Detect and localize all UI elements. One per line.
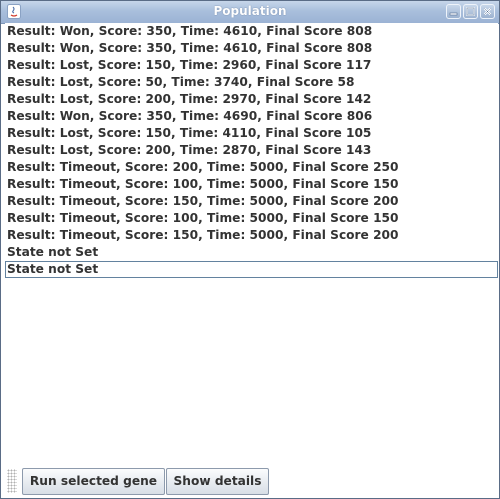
results-list[interactable]: Result: Won, Score: 350, Time: 4610, Fin… <box>5 23 498 463</box>
toolbar-grip-handle[interactable] <box>7 469 17 493</box>
button-bar: Run selected gene Show details <box>1 465 499 498</box>
population-window: Population Result: Won, Score: 350, Time… <box>0 0 500 499</box>
list-item[interactable]: Result: Timeout, Score: 150, Time: 5000,… <box>5 227 498 244</box>
maximize-icon <box>466 7 475 16</box>
list-item[interactable]: Result: Won, Score: 350, Time: 4690, Fin… <box>5 108 498 125</box>
window-controls <box>446 4 495 19</box>
list-item[interactable]: Result: Won, Score: 350, Time: 4610, Fin… <box>5 40 498 57</box>
list-item[interactable]: Result: Timeout, Score: 200, Time: 5000,… <box>5 159 498 176</box>
list-item[interactable]: Result: Won, Score: 350, Time: 4610, Fin… <box>5 23 498 40</box>
list-item[interactable]: Result: Timeout, Score: 100, Time: 5000,… <box>5 210 498 227</box>
minimize-icon <box>449 12 458 16</box>
list-item[interactable]: State not Set <box>5 261 498 278</box>
list-item[interactable]: Result: Lost, Score: 50, Time: 3740, Fin… <box>5 74 498 91</box>
list-item[interactable]: State not Set <box>5 244 498 261</box>
list-item[interactable]: Result: Lost, Score: 150, Time: 4110, Fi… <box>5 125 498 142</box>
maximize-button[interactable] <box>463 4 478 19</box>
close-button[interactable] <box>480 4 495 19</box>
window-title: Population <box>213 4 287 18</box>
title-bar[interactable]: Population <box>1 1 499 24</box>
list-item[interactable]: Result: Timeout, Score: 150, Time: 5000,… <box>5 193 498 210</box>
minimize-button[interactable] <box>446 4 461 19</box>
list-item[interactable]: Result: Lost, Score: 200, Time: 2870, Fi… <box>5 142 498 159</box>
list-item[interactable]: Result: Lost, Score: 200, Time: 2970, Fi… <box>5 91 498 108</box>
list-item[interactable]: Result: Lost, Score: 150, Time: 2960, Fi… <box>5 57 498 74</box>
close-icon <box>483 7 492 16</box>
list-item[interactable]: Result: Timeout, Score: 100, Time: 5000,… <box>5 176 498 193</box>
show-details-button[interactable]: Show details <box>166 468 269 495</box>
run-selected-gene-button[interactable]: Run selected gene <box>22 468 165 495</box>
